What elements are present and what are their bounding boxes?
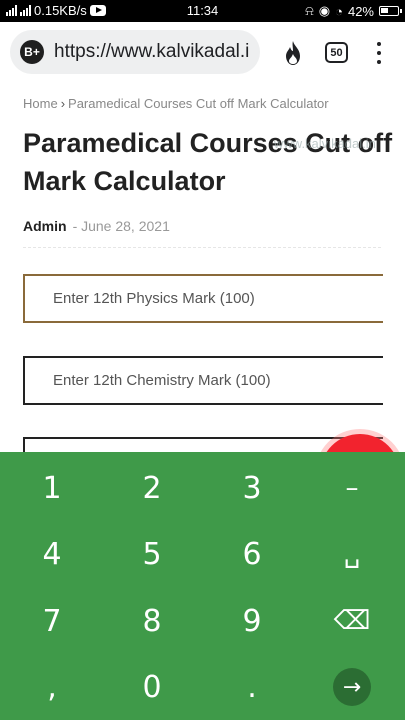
- watermark: www.kalvikadal.in: [274, 136, 376, 151]
- wifi-icon: ◔: [335, 3, 343, 19]
- physics-mark-input[interactable]: [23, 274, 383, 323]
- address-bar[interactable]: B+ https://www.kalvikadal.i: [10, 30, 260, 74]
- key-6[interactable]: 6: [212, 524, 292, 584]
- breadcrumb-home-link[interactable]: Home: [23, 96, 58, 111]
- space-key-icon[interactable]: ␣: [312, 524, 392, 584]
- divider: [23, 247, 381, 248]
- arrow-right-icon: →: [333, 668, 371, 706]
- status-right: ⍾ ◉ ◔ 42%: [305, 3, 402, 19]
- key-5[interactable]: 5: [112, 524, 192, 584]
- key-0[interactable]: 0: [112, 657, 192, 717]
- backspace-key-icon[interactable]: ⌫: [312, 591, 392, 651]
- enter-key[interactable]: →: [312, 657, 392, 717]
- numeric-keyboard: 1 2 3 – 4 5 6 ␣ 7 8 9 ⌫ , 0 . →: [0, 452, 405, 720]
- key-7[interactable]: 7: [12, 591, 92, 651]
- post-date: - June 28, 2021: [72, 218, 170, 234]
- battery-icon: [379, 6, 402, 16]
- chemistry-mark-input[interactable]: [23, 356, 383, 405]
- key-3[interactable]: 3: [212, 458, 292, 518]
- post-meta: Admin - June 28, 2021: [23, 218, 170, 234]
- eye-icon: ◉: [318, 3, 331, 18]
- key-period[interactable]: .: [212, 657, 292, 717]
- author-link[interactable]: Admin: [23, 218, 67, 234]
- url-text[interactable]: https://www.kalvikadal.i: [54, 41, 249, 63]
- breadcrumb: Home › Paramedical Courses Cut off Mark Ca…: [23, 96, 329, 111]
- tab-switcher-button[interactable]: 50: [325, 42, 348, 63]
- key-minus[interactable]: –: [312, 458, 392, 518]
- key-9[interactable]: 9: [212, 591, 292, 651]
- key-2[interactable]: 2: [112, 458, 192, 518]
- alarm-icon: ⍾: [305, 3, 314, 18]
- status-bar: 0.15KB/s 11:34 ⍾ ◉ ◔ 42%: [0, 0, 405, 22]
- battery-percent: 42%: [347, 3, 374, 19]
- browser-toolbar: B+ https://www.kalvikadal.i 50: [0, 22, 405, 84]
- key-1[interactable]: 1: [12, 458, 92, 518]
- flame-icon[interactable]: [281, 40, 305, 66]
- key-comma[interactable]: ,: [12, 657, 92, 717]
- breadcrumb-separator: ›: [60, 96, 66, 111]
- key-4[interactable]: 4: [12, 524, 92, 584]
- menu-dots-icon[interactable]: [372, 42, 386, 64]
- breadcrumb-current[interactable]: Paramedical Courses Cut off Mark Calcula…: [68, 96, 329, 111]
- brave-badge-icon[interactable]: B+: [20, 40, 44, 64]
- web-page: Home › Paramedical Courses Cut off Mark Ca…: [0, 84, 405, 452]
- key-8[interactable]: 8: [112, 591, 192, 651]
